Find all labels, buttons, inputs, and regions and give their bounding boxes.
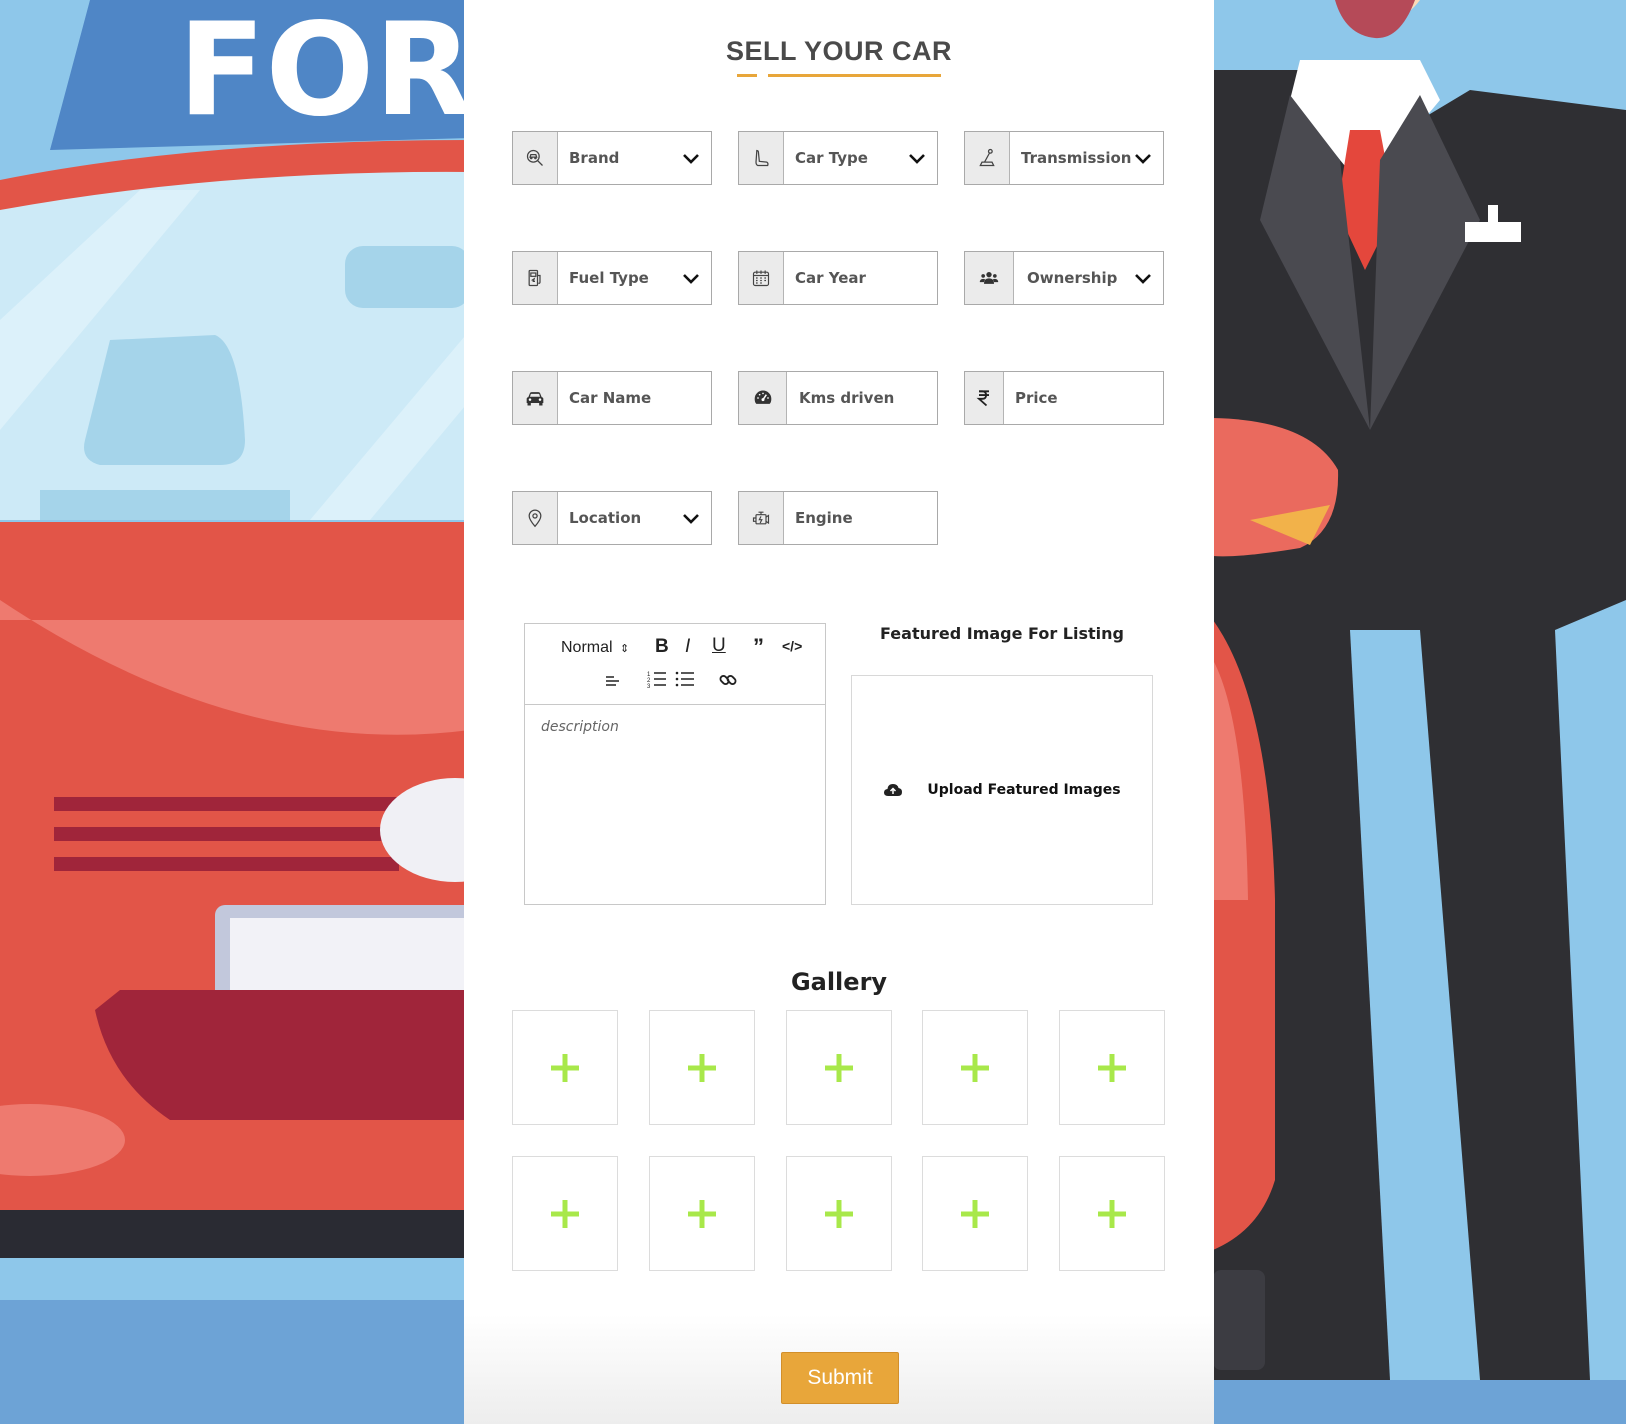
engine-input[interactable]: Engine	[738, 491, 938, 545]
gallery-slot[interactable]	[1059, 1156, 1165, 1271]
kms-driven-label: Kms driven	[799, 389, 895, 407]
align-button[interactable]	[605, 672, 621, 693]
engine-icon	[739, 492, 784, 544]
description-textarea[interactable]: description	[541, 719, 619, 735]
gallery-slot[interactable]	[512, 1156, 618, 1271]
speedometer-icon	[739, 372, 787, 424]
code-button[interactable]: </>	[782, 638, 802, 654]
car-name-label: Car Name	[569, 389, 652, 407]
submit-button[interactable]: Submit	[781, 1352, 899, 1404]
calendar-icon	[739, 252, 784, 304]
ownership-label: Ownership	[1027, 269, 1118, 287]
car-icon	[513, 372, 558, 424]
brand-label: Brand	[569, 149, 620, 167]
format-select-value: Normal	[561, 639, 613, 656]
bullet-list-button[interactable]	[675, 670, 695, 693]
title-underline-short	[737, 74, 757, 77]
plus-icon	[825, 1053, 853, 1082]
link-button[interactable]	[718, 670, 738, 695]
chevron-down-icon	[1135, 154, 1151, 164]
plus-icon	[961, 1199, 989, 1228]
transmission-select[interactable]: Transmission	[964, 131, 1164, 185]
gallery-slot[interactable]	[649, 1156, 755, 1271]
underline-button[interactable]: U	[712, 635, 726, 657]
brand-select[interactable]: Brand	[512, 131, 712, 185]
map-pin-icon	[513, 492, 558, 544]
users-icon	[965, 252, 1014, 304]
fuel-pump-icon	[513, 252, 558, 304]
price-label: Price	[1015, 389, 1058, 407]
location-label: Location	[569, 509, 642, 527]
editor-toolbar: Normal ⇕ B I U ” </> 123	[525, 624, 825, 705]
transmission-label: Transmission	[1021, 149, 1132, 167]
upload-featured-label: Upload Featured Images	[927, 782, 1121, 798]
car-search-icon	[513, 132, 558, 184]
chevron-down-icon	[683, 274, 699, 284]
gallery-slot[interactable]	[1059, 1010, 1165, 1125]
rupee-icon	[965, 372, 1004, 424]
car-name-input[interactable]: Car Name	[512, 371, 712, 425]
plus-icon	[551, 1199, 579, 1228]
plus-icon	[1098, 1199, 1126, 1228]
format-select[interactable]: Normal ⇕	[561, 639, 629, 657]
plus-icon	[825, 1199, 853, 1228]
chevron-down-icon	[909, 154, 925, 164]
updown-arrows-icon: ⇕	[620, 643, 630, 655]
chevron-down-icon	[683, 514, 699, 524]
page-title: SELL YOUR CAR	[725, 36, 953, 66]
location-select[interactable]: Location	[512, 491, 712, 545]
gallery-slot[interactable]	[512, 1010, 618, 1125]
plus-icon	[688, 1199, 716, 1228]
ownership-select[interactable]: Ownership	[964, 251, 1164, 305]
description-editor: Normal ⇕ B I U ” </> 123 description	[524, 623, 826, 905]
title-underline-long	[768, 74, 941, 77]
gallery-slot[interactable]	[922, 1156, 1028, 1271]
fuel-type-select[interactable]: Fuel Type	[512, 251, 712, 305]
italic-button[interactable]: I	[685, 636, 690, 658]
chevron-down-icon	[683, 154, 699, 164]
plus-icon	[551, 1053, 579, 1082]
gear-stick-icon	[965, 132, 1010, 184]
gallery-slot[interactable]	[786, 1010, 892, 1125]
car-type-select[interactable]: Car Type	[738, 131, 938, 185]
car-year-label: Car Year	[795, 269, 866, 287]
gallery-slot[interactable]	[922, 1010, 1028, 1125]
gallery-slot[interactable]	[786, 1156, 892, 1271]
gallery-title: Gallery	[790, 968, 888, 996]
car-seat-icon	[739, 132, 784, 184]
bold-button[interactable]: B	[655, 636, 669, 658]
car-year-input[interactable]: Car Year	[738, 251, 938, 305]
fuel-type-label: Fuel Type	[569, 269, 649, 287]
link-icon	[719, 675, 737, 685]
gallery-slot[interactable]	[649, 1010, 755, 1125]
bullet-list-icon	[675, 671, 694, 687]
ordered-list-icon: 123	[647, 672, 666, 690]
svg-text:3: 3	[647, 684, 651, 688]
chevron-down-icon	[1135, 274, 1151, 284]
price-input[interactable]: Price	[964, 371, 1164, 425]
car-type-label: Car Type	[795, 149, 868, 167]
kms-driven-input[interactable]: Kms driven	[738, 371, 938, 425]
engine-label: Engine	[795, 509, 853, 527]
ordered-list-button[interactable]: 123	[647, 670, 667, 693]
plus-icon	[961, 1053, 989, 1082]
cloud-upload-icon	[884, 784, 903, 796]
featured-image-title: Featured Image For Listing	[880, 624, 1124, 643]
upload-featured-dropzone[interactable]: Upload Featured Images	[851, 675, 1153, 905]
plus-icon	[688, 1053, 716, 1082]
blockquote-button[interactable]: ”	[753, 634, 764, 660]
align-left-icon	[606, 676, 619, 686]
plus-icon	[1098, 1053, 1126, 1082]
